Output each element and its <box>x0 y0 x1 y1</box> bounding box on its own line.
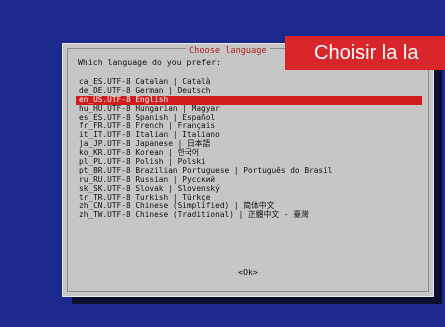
dialog-prompt: Which language do you prefer: <box>78 57 221 67</box>
caption-banner-text: Choisir la la <box>314 42 419 64</box>
ok-button[interactable]: <Ok> <box>238 267 258 277</box>
dialog-frame: Choose language Which language do you pr… <box>67 46 429 292</box>
language-list[interactable]: ca_ES.UTF-8 Catalan | Català de_DE.UTF-8 … <box>76 77 422 220</box>
console-screen: Choose language Which language do you pr… <box>0 0 445 327</box>
language-option[interactable]: zh_TW.UTF-8 Chinese (Traditional) | 正體中文… <box>76 210 422 220</box>
ok-button-row: <Ok> <box>68 267 428 277</box>
dialog-title: Choose language <box>186 46 270 56</box>
caption-banner: Choisir la la <box>285 36 445 70</box>
language-dialog: Choose language Which language do you pr… <box>62 43 434 297</box>
